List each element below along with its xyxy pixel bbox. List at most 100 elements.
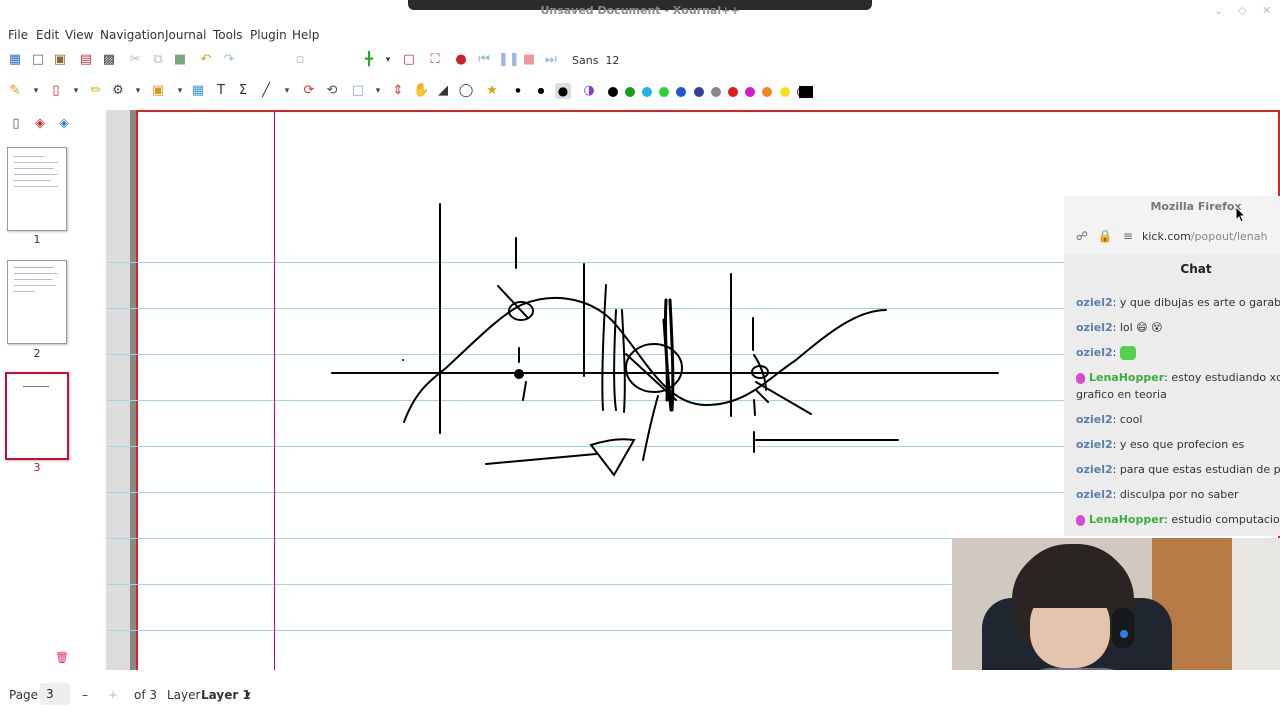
stop-icon[interactable]: ■ bbox=[521, 52, 537, 68]
text-icon[interactable]: T bbox=[213, 83, 229, 99]
export-pdf-icon[interactable]: ▤ bbox=[78, 52, 94, 68]
page-thumbnail-3[interactable] bbox=[5, 372, 69, 460]
eraser-icon[interactable]: ▯ bbox=[48, 83, 64, 99]
layout-icon[interactable]: ▫ bbox=[292, 52, 308, 68]
cut-icon[interactable]: ✂ bbox=[127, 52, 143, 68]
color-swatch-red[interactable] bbox=[728, 87, 738, 97]
tool-settings-icon[interactable]: ★ bbox=[484, 83, 500, 99]
paste-icon[interactable]: ■ bbox=[172, 52, 188, 68]
chat-username[interactable]: oziel2 bbox=[1076, 488, 1113, 501]
print-icon[interactable]: ▩ bbox=[101, 52, 117, 68]
menu-tools[interactable]: Tools bbox=[213, 28, 243, 42]
ruler-pen-icon[interactable]: ╱ bbox=[258, 83, 274, 99]
color-swatch-black[interactable] bbox=[608, 87, 618, 97]
new-document-icon[interactable]: □ bbox=[30, 52, 46, 68]
chat-username[interactable]: oziel2 bbox=[1076, 296, 1113, 309]
layer-dropdown-icon[interactable]: ▾ bbox=[246, 690, 251, 700]
current-color-indicator[interactable] bbox=[799, 86, 813, 98]
fill-icon[interactable]: ⚙ bbox=[110, 83, 126, 99]
font-selector[interactable]: Sans 12 bbox=[572, 54, 619, 67]
snap-icon[interactable]: ⟲ bbox=[324, 83, 340, 99]
menu-plugin[interactable]: Plugin bbox=[250, 28, 287, 42]
color-swatch-green[interactable] bbox=[625, 87, 635, 97]
fullscreen-icon[interactable]: ⛶ bbox=[427, 52, 443, 68]
page-preview-icon[interactable]: ▯ bbox=[8, 116, 24, 132]
setsquare-icon[interactable]: ◢ bbox=[435, 83, 451, 99]
menu-help[interactable]: Help bbox=[292, 28, 319, 42]
chat-username[interactable]: oziel2 bbox=[1076, 413, 1113, 426]
hand-icon[interactable]: ✋ bbox=[413, 83, 429, 99]
color-swatch-blue[interactable] bbox=[676, 87, 686, 97]
minimize-icon[interactable]: ⌄ bbox=[1214, 4, 1223, 17]
pause-icon[interactable]: ❚❚ bbox=[498, 52, 520, 68]
chat-username[interactable]: LenaHopper bbox=[1089, 513, 1164, 526]
undo-icon[interactable]: ↶ bbox=[198, 52, 214, 68]
copy-icon[interactable]: ⧉ bbox=[150, 52, 166, 68]
page-number-input[interactable]: 3 bbox=[40, 683, 70, 705]
compass-icon[interactable]: ◯ bbox=[458, 83, 474, 99]
menu-file[interactable]: File bbox=[8, 28, 28, 42]
menu-journal[interactable]: Journal bbox=[165, 28, 207, 42]
color-swatch-orange[interactable] bbox=[762, 87, 772, 97]
lock-icon[interactable]: 🔒 bbox=[1097, 228, 1113, 244]
menu-navigation[interactable]: Navigation bbox=[100, 28, 165, 42]
chat-username[interactable]: oziel2 bbox=[1076, 321, 1113, 334]
chat-username[interactable]: oziel2 bbox=[1076, 438, 1113, 451]
title-bar: Unsaved Document - Xournal++ ⌄ ◇ ✕ bbox=[0, 0, 1280, 24]
menu-view[interactable]: View bbox=[65, 28, 93, 42]
trash-icon[interactable]: 🗑 bbox=[54, 650, 70, 666]
menu-edit[interactable]: Edit bbox=[36, 28, 59, 42]
select-dropdown-icon[interactable]: ▾ bbox=[172, 83, 188, 99]
layers-stack-icon[interactable]: ◈ bbox=[56, 116, 72, 132]
rewind-icon[interactable]: ⏮ bbox=[476, 52, 492, 68]
color-picker-icon[interactable]: ◑ bbox=[581, 83, 597, 99]
shape-dropdown-icon[interactable]: ▾ bbox=[279, 83, 295, 99]
color-swatch-lightblue[interactable] bbox=[642, 87, 652, 97]
new-page-dropdown-icon[interactable]: ▾ bbox=[380, 52, 396, 68]
chat-username[interactable]: LenaHopper bbox=[1089, 371, 1164, 384]
color-swatch-magenta[interactable] bbox=[745, 87, 755, 97]
open-folder-icon[interactable]: ▣ bbox=[52, 52, 68, 68]
color-swatch-lightgreen[interactable] bbox=[659, 87, 669, 97]
chat-username[interactable]: oziel2 bbox=[1076, 463, 1113, 476]
math-icon[interactable]: Σ bbox=[235, 83, 251, 99]
page-increment-button[interactable]: + bbox=[108, 688, 118, 702]
page-decrement-button[interactable]: – bbox=[82, 688, 88, 702]
permissions-icon[interactable]: ≡ bbox=[1120, 228, 1136, 244]
image-icon[interactable]: ▦ bbox=[190, 83, 206, 99]
forward-icon[interactable]: ⏭ bbox=[543, 52, 559, 68]
address-bar[interactable]: kick.com/popout/lenah bbox=[1142, 230, 1267, 243]
page-thumbnail-1[interactable] bbox=[7, 147, 67, 231]
layers-icon[interactable]: ◈ bbox=[32, 116, 48, 132]
color-swatch-gray2[interactable] bbox=[711, 87, 721, 97]
chat-username[interactable]: oziel2 bbox=[1076, 346, 1113, 359]
highlighter-icon[interactable]: ✏ bbox=[88, 83, 104, 99]
select-icon[interactable]: ▣ bbox=[150, 83, 166, 99]
pen-size-large-icon[interactable]: ● bbox=[555, 83, 571, 99]
save-icon[interactable]: ▦ bbox=[7, 52, 23, 68]
shield-icon[interactable]: ☍ bbox=[1074, 228, 1090, 244]
rectangle-dropdown-icon[interactable]: ▾ bbox=[370, 83, 386, 99]
emote-icon bbox=[1119, 346, 1136, 360]
webcam-headphone bbox=[1112, 608, 1134, 648]
vertical-space-icon[interactable]: ⇕ bbox=[390, 83, 406, 99]
pen-icon[interactable]: ✎ bbox=[7, 83, 23, 99]
main-toolbar: ▦ □ ▣ ▤ ▩ ✂ ⧉ ■ ↶ ↷ ▫ ╋ ▾ ▢ ⛶ ● ⏮ ❚❚ ■ ⏭… bbox=[0, 47, 1280, 75]
shape-recognizer-icon[interactable]: ⟳ bbox=[301, 83, 317, 99]
pen-size-small-icon[interactable]: ● bbox=[510, 83, 526, 99]
fill-dropdown-icon[interactable]: ▾ bbox=[130, 83, 146, 99]
layer-selector[interactable]: Layer 1 bbox=[201, 688, 251, 702]
redo-icon[interactable]: ↷ bbox=[221, 52, 237, 68]
maximize-icon[interactable]: ◇ bbox=[1238, 4, 1246, 17]
eraser-dropdown-icon[interactable]: ▾ bbox=[68, 83, 84, 99]
page-thumbnail-2[interactable] bbox=[7, 260, 67, 344]
record-icon[interactable]: ● bbox=[453, 52, 469, 68]
color-swatch-yellow[interactable] bbox=[780, 87, 790, 97]
rectangle-icon[interactable]: □ bbox=[350, 83, 366, 99]
new-page-icon[interactable]: ╋ bbox=[361, 52, 377, 68]
delete-page-icon[interactable]: ▢ bbox=[401, 52, 417, 68]
pen-dropdown-icon[interactable]: ▾ bbox=[28, 83, 44, 99]
pen-size-medium-icon[interactable]: ● bbox=[533, 83, 549, 99]
close-icon[interactable]: ✕ bbox=[1262, 4, 1271, 17]
color-swatch-gray[interactable] bbox=[694, 87, 704, 97]
